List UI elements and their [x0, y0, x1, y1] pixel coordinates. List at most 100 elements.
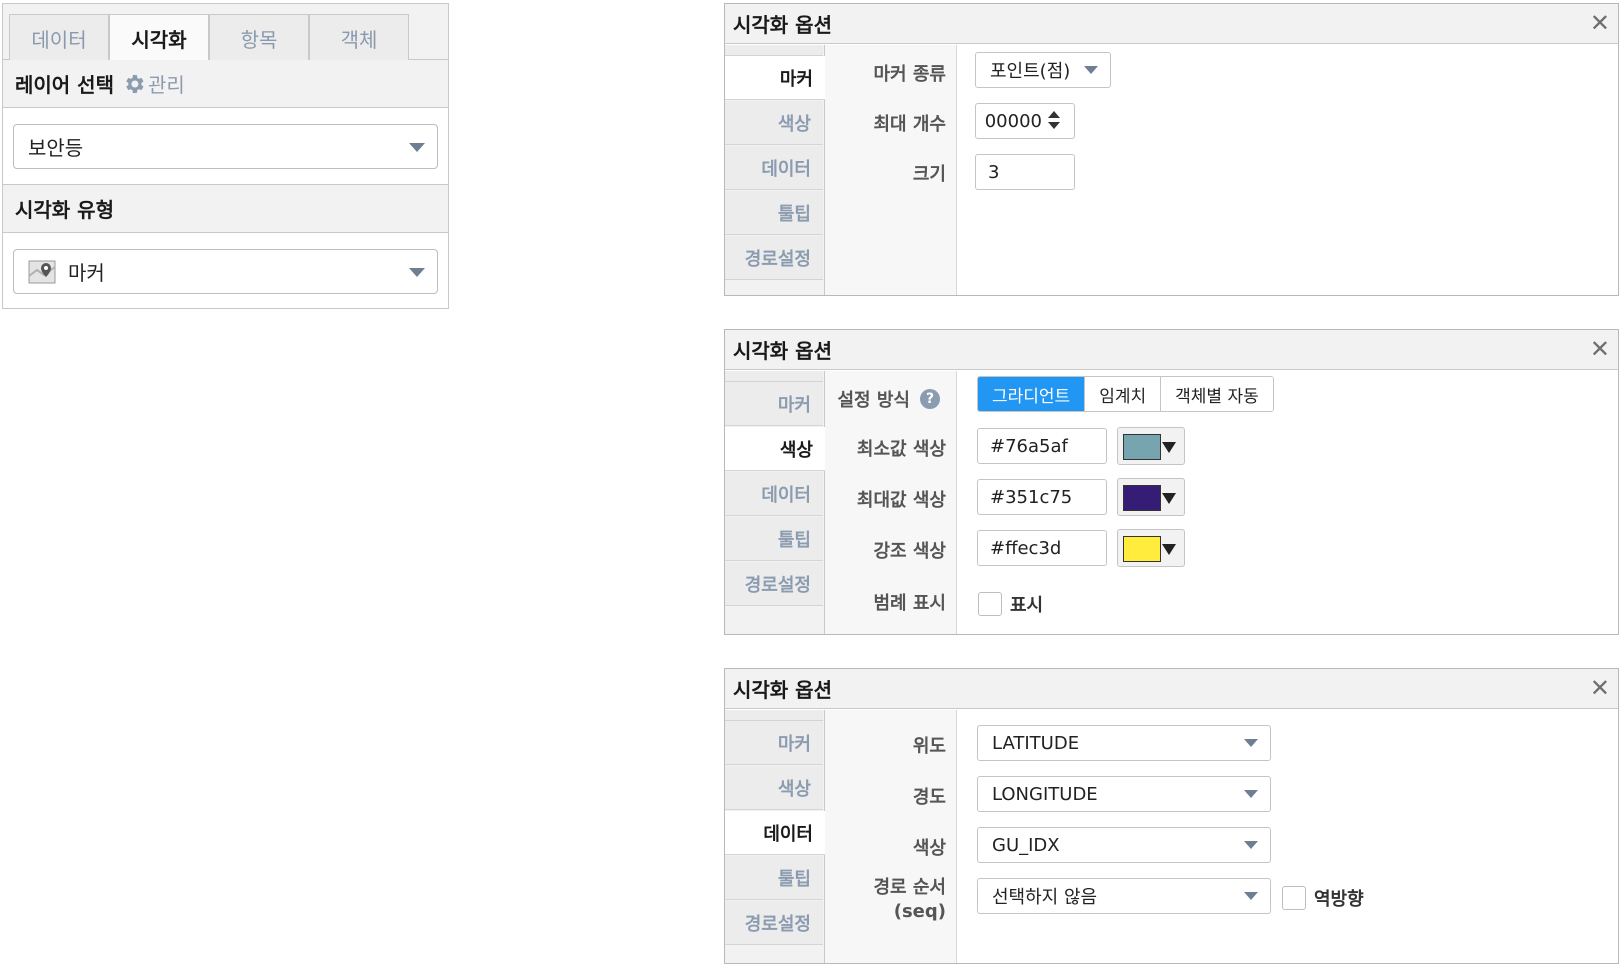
method-segmented-control: 그라디언트 임계치 객체별 자동 — [977, 376, 1274, 412]
layer-select-header: 레이어 선택 관리 — [3, 60, 448, 108]
side-tab-data[interactable]: 데이터 — [725, 811, 825, 855]
accent-color-input[interactable]: #ffec3d — [977, 530, 1107, 566]
label-column: 설정 방식 ? 최소값 색상 최대값 색상 강조 색상 범례 표시 — [825, 371, 957, 634]
chevron-down-icon — [409, 267, 425, 277]
max-count-label: 최대 개수 — [873, 114, 946, 135]
viz-type-dropdown[interactable]: 마커 — [13, 249, 438, 294]
route-order-select[interactable]: 선택하지 않음 — [977, 878, 1271, 914]
close-icon[interactable]: ✕ — [1590, 336, 1610, 362]
close-icon[interactable]: ✕ — [1590, 675, 1610, 701]
dialog-header: 시각화 옵션 ✕ — [725, 669, 1618, 709]
chevron-down-icon — [1244, 790, 1258, 798]
side-tab-route[interactable]: 경로설정 — [725, 236, 823, 280]
label-column: 위도 경도 색상 경로 순서 (seq) — [825, 710, 957, 963]
min-color-input[interactable]: #76a5af — [977, 428, 1107, 464]
layer-select-title: 레이어 선택 — [15, 73, 114, 97]
latitude-value: LATITUDE — [992, 732, 1080, 754]
side-tab-marker[interactable]: 마커 — [725, 56, 825, 100]
color-field-label: 색상 — [912, 838, 946, 859]
viz-type-value: 마커 — [68, 261, 105, 285]
viz-type-body: 마커 — [3, 233, 448, 308]
side-tab-marker[interactable]: 마커 — [725, 721, 823, 765]
min-color-swatch — [1123, 434, 1161, 460]
marker-type-value: 포인트(점) — [990, 61, 1071, 82]
side-tab-route[interactable]: 경로설정 — [725, 562, 823, 606]
latitude-select[interactable]: LATITUDE — [977, 725, 1271, 761]
lng-label: 경도 — [912, 787, 946, 808]
side-tab-route[interactable]: 경로설정 — [725, 901, 823, 945]
lat-label: 위도 — [912, 736, 946, 757]
longitude-value: LONGITUDE — [992, 783, 1098, 805]
dialog-title: 시각화 옵션 — [733, 678, 832, 702]
side-tab-tooltip[interactable]: 툴팁 — [725, 191, 823, 235]
legend-checkbox-label: 표시 — [1010, 595, 1044, 616]
reverse-checkbox[interactable] — [1282, 886, 1306, 910]
legend-checkbox-row: 표시 — [978, 591, 1043, 617]
legend-label: 범례 표시 — [873, 593, 946, 614]
accent-color-picker[interactable] — [1117, 529, 1185, 567]
size-label: 크기 — [912, 164, 946, 185]
color-field-select[interactable]: GU_IDX — [977, 827, 1271, 863]
dialog-header: 시각화 옵션 ✕ — [725, 4, 1618, 44]
color-field-value: GU_IDX — [992, 834, 1060, 856]
marker-type-select[interactable]: 포인트(점) — [975, 52, 1111, 88]
manage-button[interactable]: 관리 — [122, 69, 185, 98]
dialog-header: 시각화 옵션 ✕ — [725, 330, 1618, 370]
viz-options-dialog-data: 시각화 옵션 ✕ 마커 색상 데이터 툴팁 경로설정 위도 경도 색상 경로 순… — [724, 668, 1619, 964]
chevron-down-icon — [1244, 841, 1258, 849]
caret-down-icon — [1162, 493, 1176, 504]
layer-panel: 데이터 시각화 항목 객체 레이어 선택 관리 보안등 시각화 유형 마커 — [2, 3, 449, 309]
side-tab-tooltip[interactable]: 툴팁 — [725, 517, 823, 561]
layer-select-dropdown[interactable]: 보안등 — [13, 124, 438, 169]
max-color-swatch — [1123, 485, 1161, 511]
side-tab-marker[interactable]: 마커 — [725, 382, 823, 426]
caret-down-icon — [1162, 442, 1176, 453]
max-color-input[interactable]: #351c75 — [977, 479, 1107, 515]
size-input[interactable]: 3 — [975, 154, 1075, 190]
spinner-icon[interactable] — [1048, 111, 1060, 131]
max-color-value: #351c75 — [990, 486, 1073, 508]
method-gradient-button[interactable]: 그라디언트 — [978, 377, 1086, 411]
viz-type-header: 시각화 유형 — [3, 185, 448, 233]
dialog-title: 시각화 옵션 — [733, 339, 832, 363]
accent-color-value: #ffec3d — [990, 537, 1062, 559]
side-tab-tooltip[interactable]: 툴팁 — [725, 856, 823, 900]
panel-tab-bar: 데이터 시각화 항목 객체 — [3, 4, 448, 62]
help-icon[interactable]: ? — [920, 389, 940, 409]
tab-objects[interactable]: 객체 — [309, 14, 409, 61]
manage-label: 관리 — [147, 73, 185, 97]
max-color-picker[interactable] — [1117, 478, 1185, 516]
min-color-picker[interactable] — [1117, 427, 1185, 465]
tab-items[interactable]: 항목 — [209, 14, 309, 61]
close-icon[interactable]: ✕ — [1590, 10, 1610, 36]
route-order-label-line2: (seq) — [893, 901, 946, 922]
method-auto-button[interactable]: 객체별 자동 — [1161, 377, 1273, 411]
longitude-select[interactable]: LONGITUDE — [977, 776, 1271, 812]
chevron-down-icon — [1244, 892, 1258, 900]
route-order-value: 선택하지 않음 — [992, 887, 1098, 908]
max-count-input[interactable]: 100000 — [975, 103, 1075, 139]
viz-type-title: 시각화 유형 — [15, 198, 114, 222]
marker-type-label: 마커 종류 — [873, 64, 946, 85]
tab-data[interactable]: 데이터 — [9, 14, 109, 61]
route-order-label: 경로 순서 (seq) — [873, 876, 946, 924]
method-label-row: 설정 방식 ? — [837, 386, 940, 412]
side-tab-data[interactable]: 데이터 — [725, 472, 823, 516]
method-threshold-button[interactable]: 임계치 — [1085, 377, 1162, 411]
chevron-down-icon — [409, 142, 425, 152]
side-tab-data[interactable]: 데이터 — [725, 146, 823, 190]
layer-select-value: 보안등 — [28, 136, 84, 160]
caret-down-icon — [1162, 544, 1176, 555]
viz-options-dialog-marker: 시각화 옵션 ✕ 마커 색상 데이터 툴팁 경로설정 마커 종류 최대 개수 크… — [724, 3, 1619, 296]
side-tab-color[interactable]: 색상 — [725, 101, 823, 145]
side-tab-spacer — [725, 371, 823, 382]
chevron-down-icon — [1244, 739, 1258, 747]
side-tab-color[interactable]: 색상 — [725, 766, 823, 810]
side-tab-color[interactable]: 색상 — [725, 427, 825, 471]
options-side-nav: 마커 색상 데이터 툴팁 경로설정 — [725, 371, 825, 634]
legend-checkbox[interactable] — [978, 592, 1002, 616]
options-side-nav: 마커 색상 데이터 툴팁 경로설정 — [725, 45, 825, 295]
side-tab-spacer — [725, 710, 823, 721]
accent-color-swatch — [1123, 536, 1161, 562]
tab-visualization[interactable]: 시각화 — [109, 14, 209, 62]
